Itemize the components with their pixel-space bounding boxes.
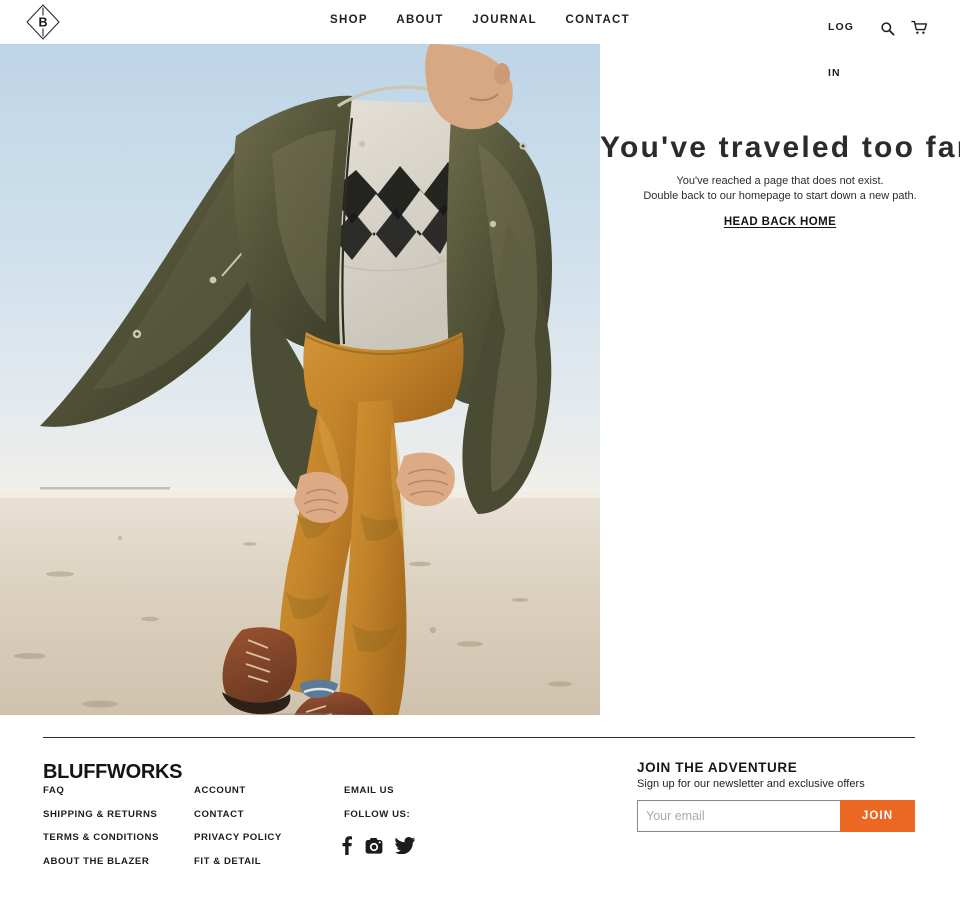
footer-link-about-the-blazer[interactable]: ABOUT THE BLAZER xyxy=(43,856,159,867)
social-icon-group xyxy=(341,836,415,855)
footer-link-email-us[interactable]: EMAIL US xyxy=(344,785,410,796)
footer-link-account[interactable]: ACCOUNT xyxy=(194,785,282,796)
nav-item-contact[interactable]: CONTACT xyxy=(566,14,630,26)
newsletter-subtitle: Sign up for our newsletter and exclusive… xyxy=(637,778,865,790)
footer-follow-us-label: FOLLOW US: xyxy=(344,808,411,820)
footer-link-terms-conditions[interactable]: TERMS & CONDITIONS xyxy=(43,832,159,843)
newsletter-join-button[interactable]: JOIN xyxy=(840,800,915,832)
newsletter-form: JOIN xyxy=(637,800,915,832)
nav-item-shop[interactable]: SHOP xyxy=(330,14,368,26)
newsletter-signup: JOIN THE ADVENTURE Sign up for our newsl… xyxy=(637,760,915,832)
login-link[interactable]: LOG IN xyxy=(828,4,862,96)
site-header: B SHOP ABOUT JOURNAL CONTACT LOG IN xyxy=(0,0,960,79)
instagram-icon[interactable] xyxy=(365,837,383,855)
footer-link-contact[interactable]: CONTACT xyxy=(194,809,282,820)
nav-item-about[interactable]: ABOUT xyxy=(396,14,443,26)
search-icon[interactable] xyxy=(880,21,895,36)
footer-column-2: ACCOUNT CONTACT PRIVACY POLICY FIT & DET… xyxy=(194,785,282,879)
facebook-icon[interactable] xyxy=(341,836,353,855)
footer-link-faq[interactable]: FAQ xyxy=(43,785,159,796)
error-text-line-1: You've reached a page that does not exis… xyxy=(676,175,884,187)
error-message-block: You've traveled too far You've reached a… xyxy=(600,130,960,230)
head-back-home-link[interactable]: HEAD BACK HOME xyxy=(724,216,836,228)
footer-column-1: FAQ SHIPPING & RETURNS TERMS & CONDITION… xyxy=(43,785,159,879)
nav-item-journal[interactable]: JOURNAL xyxy=(472,14,537,26)
footer-link-privacy-policy[interactable]: PRIVACY POLICY xyxy=(194,832,282,843)
newsletter-title: JOIN THE ADVENTURE xyxy=(637,760,798,775)
logo-letter: B xyxy=(38,16,47,30)
page-title: You've traveled too far xyxy=(600,131,960,164)
error-text-line-2: Double back to our homepage to start dow… xyxy=(643,189,917,202)
bluffworks-diamond-logo[interactable]: B xyxy=(24,2,62,42)
footer-divider xyxy=(43,737,915,738)
main-navigation: SHOP ABOUT JOURNAL CONTACT xyxy=(330,14,630,26)
newsletter-email-input[interactable] xyxy=(637,800,840,832)
hero-image xyxy=(0,44,600,715)
cart-icon[interactable] xyxy=(911,20,928,36)
footer-brand-wordmark: BLUFFWORKS xyxy=(43,761,183,783)
footer-column-3: EMAIL US FOLLOW US: xyxy=(344,785,410,832)
footer-link-shipping-returns[interactable]: SHIPPING & RETURNS xyxy=(43,809,159,820)
header-icon-group xyxy=(880,20,928,36)
twitter-icon[interactable] xyxy=(395,837,415,855)
footer-link-fit-detail[interactable]: FIT & DETAIL xyxy=(194,856,282,867)
